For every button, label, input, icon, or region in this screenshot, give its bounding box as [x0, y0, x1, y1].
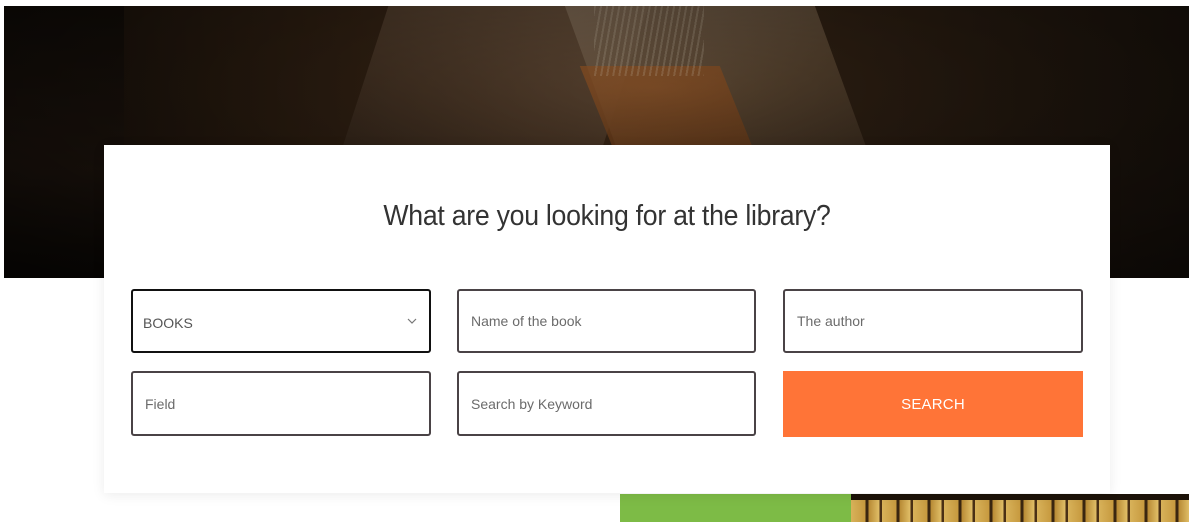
bookshelf-image	[851, 494, 1189, 522]
author-input[interactable]	[783, 289, 1083, 353]
search-button[interactable]: SEARCH	[783, 371, 1083, 437]
search-card-title: What are you looking for at the library?	[383, 200, 831, 232]
category-select[interactable]: BOOKS	[131, 289, 431, 353]
search-card: What are you looking for at the library?…	[104, 145, 1110, 493]
category-select-value: BOOKS	[143, 315, 193, 331]
field-input[interactable]	[131, 371, 431, 436]
book-name-input[interactable]	[457, 289, 756, 353]
page: What are you looking for at the library?…	[0, 0, 1189, 522]
keyword-input[interactable]	[457, 371, 756, 436]
green-banner-block	[620, 494, 851, 522]
chevron-down-icon	[407, 313, 417, 328]
